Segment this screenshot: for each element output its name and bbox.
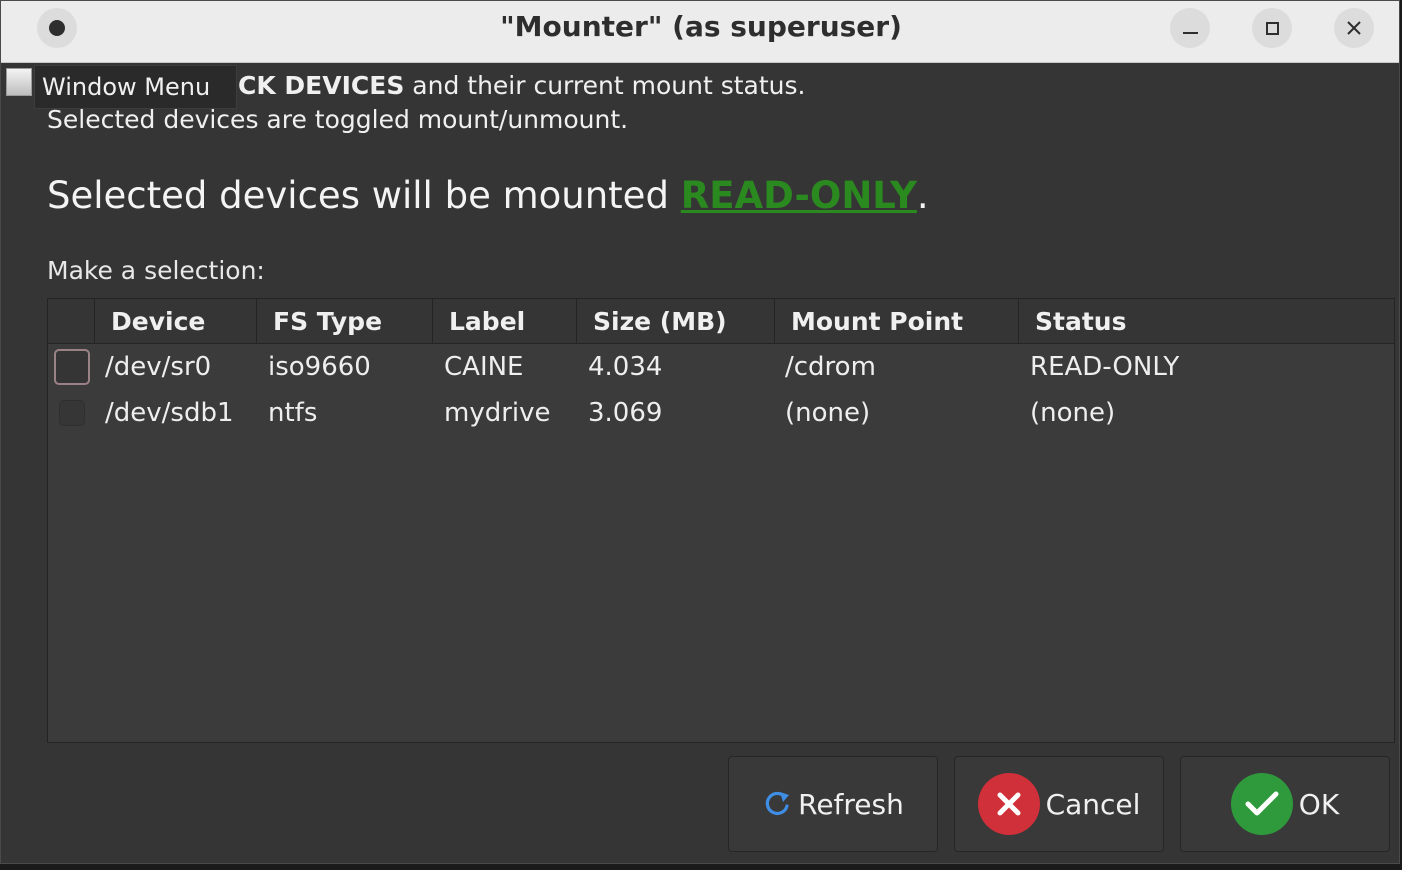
ok-button[interactable]: OK [1180,756,1390,852]
mount-mode-headline: Selected devices will be mounted READ-ON… [47,171,929,221]
intro-line-2: Selected devices are toggled mount/unmou… [47,105,629,134]
title-bar: "Mounter" (as superuser) [1,1,1399,63]
cell-fs-type: ntfs [268,398,318,428]
row-checkbox[interactable] [54,349,90,385]
table-row[interactable]: /dev/sr0 iso9660 CAINE 4.034 /cdrom READ… [48,344,1394,390]
cell-device: /dev/sdb1 [105,398,234,428]
header-device[interactable]: Device [95,299,257,344]
row-checkbox[interactable] [59,400,85,426]
header-status[interactable]: Status [1019,299,1394,344]
cancel-label: Cancel [1045,787,1141,821]
cell-device: /dev/sr0 [105,352,212,382]
minimize-button[interactable] [1170,8,1210,48]
maximize-button[interactable] [1252,8,1292,48]
read-only-mode-text: READ-ONLY [680,174,917,217]
ok-label: OK [1298,787,1340,821]
table-header: Device FS Type Label Size (MB) Mount Poi… [48,299,1394,344]
cell-label: CAINE [444,352,524,382]
cell-label: mydrive [444,398,551,428]
intro-rest-text: and their current mount status. [404,71,806,100]
cancel-button[interactable]: Cancel [954,756,1164,852]
cancel-x-glyph [997,792,1021,816]
table-row[interactable]: /dev/sdb1 ntfs mydrive 3.069 (none) (non… [48,390,1394,436]
refresh-icon [765,791,790,816]
refresh-button[interactable]: Refresh [728,756,938,852]
header-size[interactable]: Size (MB) [577,299,775,344]
mounter-window: "Mounter" (as superuser) Window Menu CK … [0,0,1400,864]
intro-bold-text: CK DEVICES [238,71,405,100]
cell-status: READ-ONLY [1030,352,1180,382]
header-label[interactable]: Label [433,299,577,344]
cell-size: 3.069 [588,398,663,428]
cell-fs-type: iso9660 [268,352,371,382]
cancel-x-icon [977,773,1040,835]
headline-suffix: . [916,174,929,217]
maximize-icon [1265,21,1279,35]
device-table: Device FS Type Label Size (MB) Mount Poi… [47,298,1395,743]
minimize-icon [1182,32,1198,34]
checkmark-icon [1230,773,1293,835]
header-mount-point[interactable]: Mount Point [775,299,1019,344]
cell-mount-point: /cdrom [785,352,876,382]
cell-size: 4.034 [588,352,663,382]
app-icon[interactable] [6,68,32,96]
refresh-label: Refresh [798,787,904,821]
intro-line-1: CK DEVICES and their current mount statu… [238,67,805,105]
header-fs-type[interactable]: FS Type [257,299,433,344]
cell-status: (none) [1030,398,1116,428]
header-select-column[interactable] [48,299,95,344]
headline-prefix: Selected devices will be mounted [47,174,681,217]
selection-label: Make a selection: [47,256,265,285]
close-icon [1347,21,1361,35]
checkmark-glyph [1245,791,1279,816]
close-button[interactable] [1334,8,1374,48]
cell-mount-point: (none) [785,398,871,428]
